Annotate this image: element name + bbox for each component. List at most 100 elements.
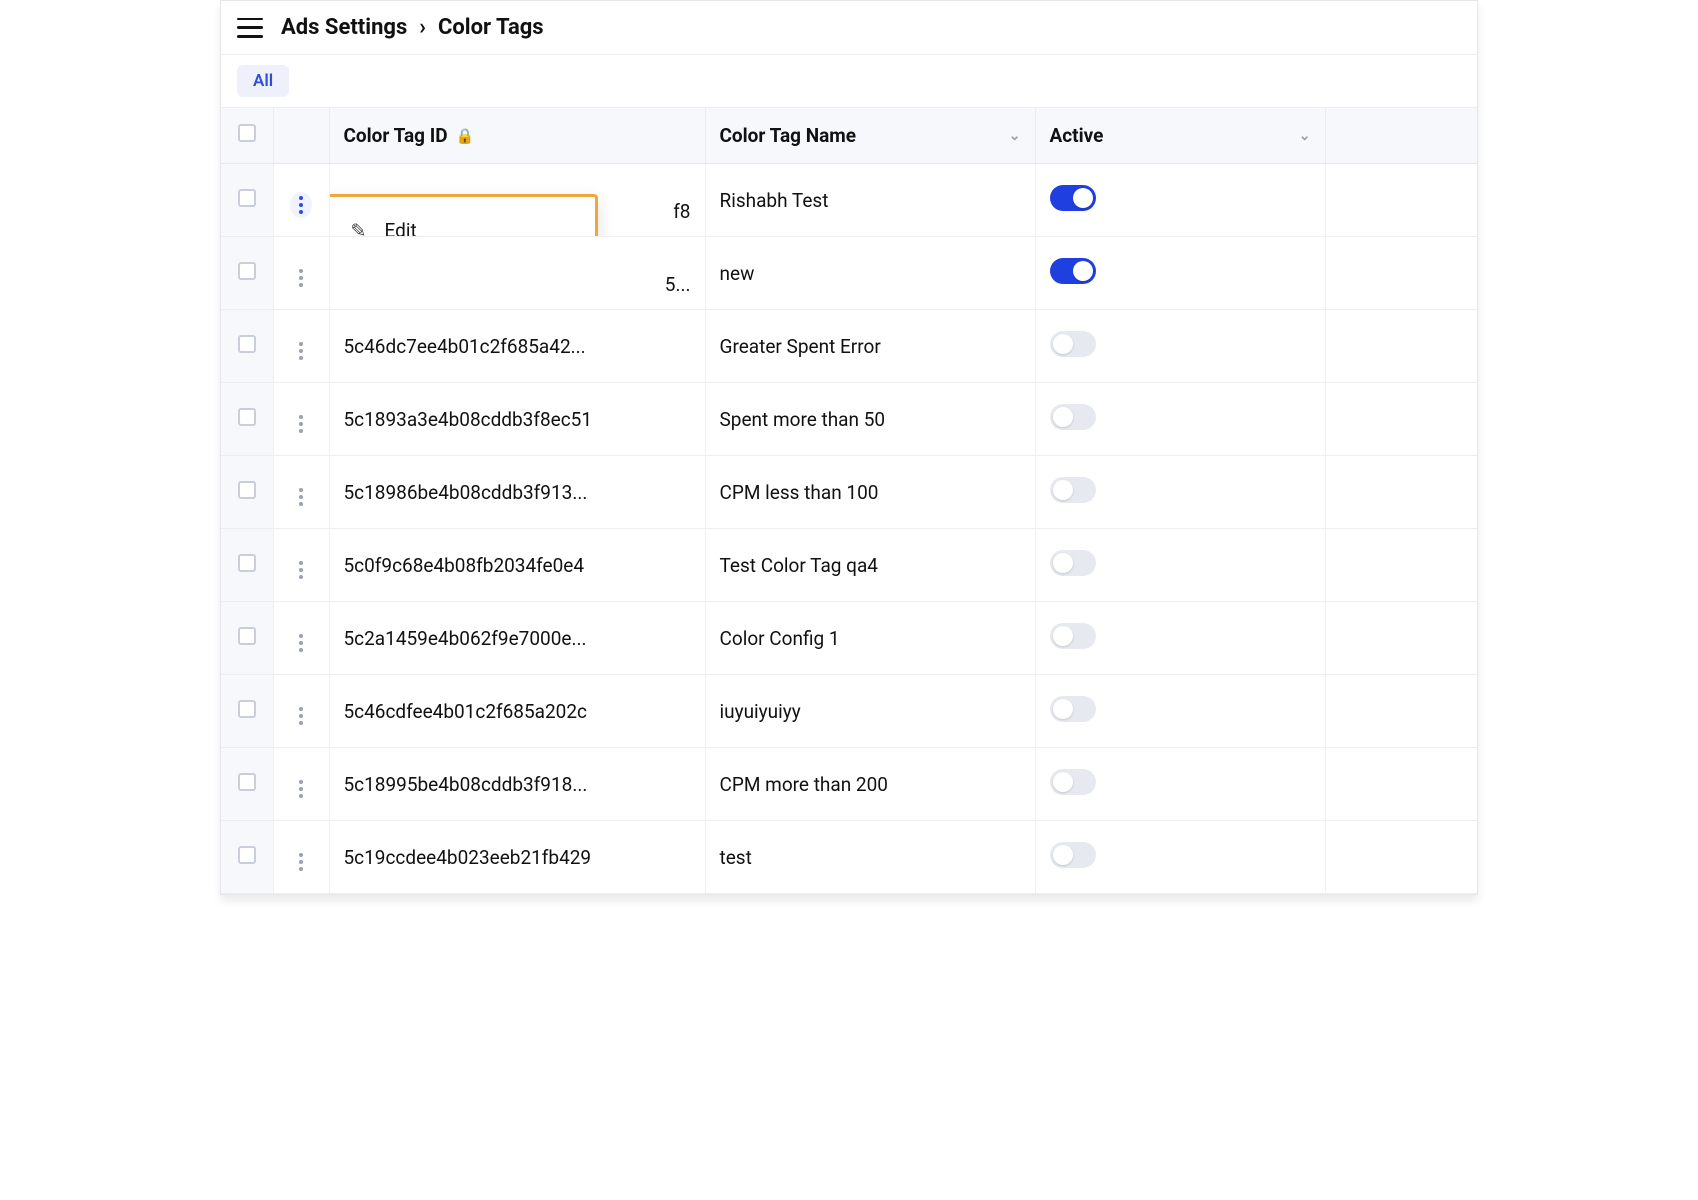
table-row: 5c46cdfee4b01c2f685a202c iuyuiyuiyy: [221, 675, 1477, 748]
row-id-value: 5c46cdfee4b01c2f685a202c: [344, 700, 587, 723]
active-toggle[interactable]: [1050, 404, 1096, 430]
row-actions-cell: [273, 821, 329, 894]
row-actions-menu-icon[interactable]: [290, 849, 312, 875]
row-checkbox[interactable]: [238, 408, 256, 426]
row-actions-cell: [273, 602, 329, 675]
chevron-down-icon[interactable]: ⌄: [1299, 128, 1311, 144]
header-active-label: Active: [1050, 124, 1104, 147]
row-actions-menu-icon[interactable]: [290, 484, 312, 510]
row-actions-menu-icon[interactable]: [290, 192, 312, 218]
row-actions-cell: [273, 529, 329, 602]
breadcrumb-page: Color Tags: [438, 15, 544, 40]
row-id-cell: 5c19ccdee4b023eeb21fb429: [329, 821, 705, 894]
row-actions-cell: [273, 675, 329, 748]
row-actions-cell: [273, 748, 329, 821]
row-checkbox[interactable]: [238, 335, 256, 353]
breadcrumb-root[interactable]: Ads Settings: [281, 15, 407, 40]
active-toggle[interactable]: [1050, 185, 1096, 211]
menu-icon[interactable]: [237, 18, 263, 38]
row-actions-menu-icon[interactable]: [290, 630, 312, 656]
row-id-value: 5c2a1459e4b062f9e7000e...: [344, 627, 587, 650]
row-actions-cell: [273, 310, 329, 383]
row-name-value: Rishabh Test: [720, 189, 829, 212]
table-row: 5c0f9c68e4b08fb2034fe0e4Test Color Tag q…: [221, 529, 1477, 602]
header-actions: [273, 108, 329, 164]
active-toggle[interactable]: [1050, 550, 1096, 576]
active-toggle[interactable]: [1050, 769, 1096, 795]
row-checkbox[interactable]: [238, 481, 256, 499]
row-select-cell: [221, 748, 273, 821]
edit-action[interactable]: ✎ Edit: [329, 205, 595, 237]
row-name-value: Greater Spent Error: [720, 335, 881, 358]
row-actions-cell: [273, 164, 329, 237]
header-name[interactable]: Color Tag Name ⌄: [705, 108, 1035, 164]
row-blank-cell: [1325, 237, 1477, 310]
row-active-cell: [1035, 164, 1325, 237]
active-toggle[interactable]: [1050, 331, 1096, 357]
row-id-value: 5c18986be4b08cddb3f913...: [344, 481, 588, 504]
row-select-cell: [221, 164, 273, 237]
row-blank-cell: [1325, 383, 1477, 456]
row-id-value: 5c18995be4b08cddb3f918...: [344, 773, 588, 796]
row-actions-menu-icon[interactable]: [290, 557, 312, 583]
row-id-cell: 5c1893a3e4b08cddb3f8ec51: [329, 383, 705, 456]
active-toggle[interactable]: [1050, 842, 1096, 868]
row-id-cell: 5c18986be4b08cddb3f913...: [329, 456, 705, 529]
row-name-cell: test: [705, 821, 1035, 894]
row-actions-cell: [273, 383, 329, 456]
row-checkbox[interactable]: [238, 262, 256, 280]
row-actions-menu-icon[interactable]: [290, 703, 312, 729]
header-blank: [1325, 108, 1477, 164]
row-actions-menu-icon[interactable]: [290, 411, 312, 437]
row-active-cell: [1035, 456, 1325, 529]
select-all-checkbox[interactable]: [238, 124, 256, 142]
app-window: Ads Settings › Color Tags All Color Tag …: [220, 0, 1478, 895]
row-select-cell: [221, 383, 273, 456]
row-checkbox[interactable]: [238, 773, 256, 791]
row-name-value: test: [720, 846, 752, 869]
pencil-icon: ✎: [349, 219, 369, 237]
row-active-cell: [1035, 748, 1325, 821]
filter-bar: All: [221, 55, 1477, 108]
table-row: ✎Edit🗑Deletef8Rishabh Test: [221, 164, 1477, 237]
edit-label: Edit: [385, 219, 417, 237]
row-name-cell: Color Config 1: [705, 602, 1035, 675]
row-name-cell: Spent more than 50: [705, 383, 1035, 456]
active-toggle[interactable]: [1050, 623, 1096, 649]
row-name-cell: Rishabh Test: [705, 164, 1035, 237]
chevron-down-icon[interactable]: ⌄: [1009, 128, 1021, 144]
header-active[interactable]: Active ⌄: [1035, 108, 1325, 164]
filter-all-chip[interactable]: All: [237, 65, 289, 97]
row-actions-cell: [273, 456, 329, 529]
row-name-value: iuyuiyuiyy: [720, 700, 801, 723]
row-checkbox[interactable]: [238, 554, 256, 572]
row-checkbox[interactable]: [238, 189, 256, 207]
row-id-value: 5c0f9c68e4b08fb2034fe0e4: [344, 554, 585, 577]
row-actions-menu-icon[interactable]: [290, 338, 312, 364]
table-row: 5c2a1459e4b062f9e7000e... Color Config 1: [221, 602, 1477, 675]
row-name-value: CPM less than 100: [720, 481, 879, 504]
row-id-cell: 5c0f9c68e4b08fb2034fe0e4: [329, 529, 705, 602]
header-id: Color Tag ID 🔒: [329, 108, 705, 164]
row-name-value: Spent more than 50: [720, 408, 886, 431]
row-blank-cell: [1325, 310, 1477, 383]
row-active-cell: [1035, 529, 1325, 602]
row-actions-menu-icon[interactable]: [290, 265, 312, 291]
row-id-value: f8: [667, 200, 690, 223]
row-checkbox[interactable]: [238, 846, 256, 864]
active-toggle[interactable]: [1050, 258, 1096, 284]
active-toggle[interactable]: [1050, 477, 1096, 503]
row-name-cell: Greater Spent Error: [705, 310, 1035, 383]
row-id-cell: 5...: [329, 237, 705, 310]
row-checkbox[interactable]: [238, 627, 256, 645]
row-actions-popover: ✎Edit🗑Delete: [329, 194, 598, 237]
table-row: 5...new: [221, 237, 1477, 310]
row-id-cell: 5c2a1459e4b062f9e7000e...: [329, 602, 705, 675]
row-name-value: Color Config 1: [720, 627, 840, 650]
row-actions-menu-icon[interactable]: [290, 776, 312, 802]
row-active-cell: [1035, 675, 1325, 748]
active-toggle[interactable]: [1050, 696, 1096, 722]
row-checkbox[interactable]: [238, 700, 256, 718]
row-select-cell: [221, 237, 273, 310]
row-id-cell: 5c46cdfee4b01c2f685a202c: [329, 675, 705, 748]
